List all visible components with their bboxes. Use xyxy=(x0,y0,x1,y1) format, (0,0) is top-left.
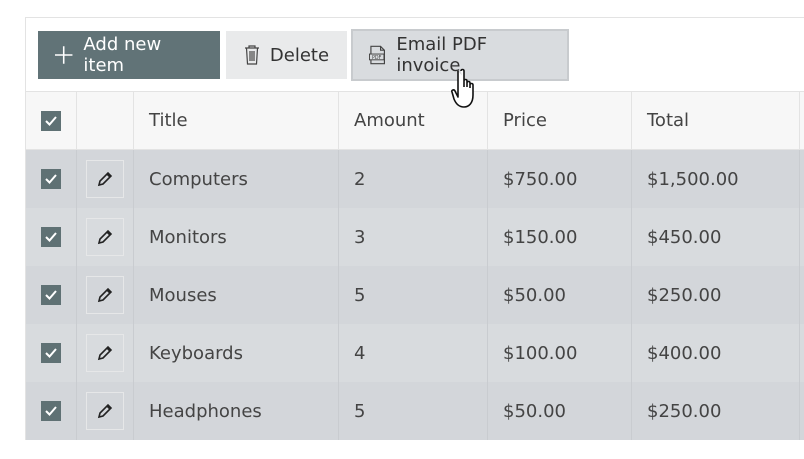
trash-icon xyxy=(244,45,259,65)
row-edit-cell xyxy=(77,324,134,382)
check-icon xyxy=(45,406,57,416)
row-select-checkbox[interactable] xyxy=(41,343,61,363)
cell-title: Mouses xyxy=(134,266,339,324)
table-header-row: Title Amount Price Total xyxy=(26,91,804,150)
edit-row-button[interactable] xyxy=(86,276,124,314)
pencil-icon xyxy=(97,403,113,419)
row-select-checkbox[interactable] xyxy=(41,285,61,305)
delete-button[interactable]: Delete xyxy=(226,31,347,79)
row-select-cell xyxy=(26,150,77,208)
table-row[interactable]: Headphones 5 $50.00 $250.00 xyxy=(26,382,804,440)
pencil-icon xyxy=(97,345,113,361)
pencil-icon xyxy=(97,229,113,245)
check-icon xyxy=(45,348,57,358)
row-edit-cell xyxy=(77,150,134,208)
cell-total: $400.00 xyxy=(632,324,800,382)
edit-row-button[interactable] xyxy=(86,392,124,430)
cell-amount: 5 xyxy=(339,266,488,324)
cell-title: Keyboards xyxy=(134,324,339,382)
table-row[interactable]: Monitors 3 $150.00 $450.00 xyxy=(26,208,804,266)
edit-row-button[interactable] xyxy=(86,160,124,198)
table-body: Computers 2 $750.00 $1,500.00 Monitors 3 $150.… xyxy=(26,150,804,440)
add-new-item-label: Add new item xyxy=(83,34,162,76)
pencil-icon xyxy=(97,171,113,187)
row-select-cell xyxy=(26,208,77,266)
column-header-title[interactable]: Title xyxy=(134,92,339,149)
row-edit-cell xyxy=(77,382,134,440)
pdf-file-icon: PDF xyxy=(369,45,385,65)
cell-price: $100.00 xyxy=(488,324,632,382)
row-select-cell xyxy=(26,266,77,324)
toolbar: Add new item Delete PDF Email PDF invoic… xyxy=(38,29,569,81)
cell-amount: 4 xyxy=(339,324,488,382)
cell-total: $250.00 xyxy=(632,382,800,440)
check-icon xyxy=(45,290,57,300)
edit-row-button[interactable] xyxy=(86,218,124,256)
row-select-checkbox[interactable] xyxy=(41,169,61,189)
delete-label: Delete xyxy=(269,44,330,66)
select-all-cell xyxy=(26,92,77,149)
row-select-cell xyxy=(26,382,77,440)
cell-title: Monitors xyxy=(134,208,339,266)
row-filler xyxy=(800,382,804,440)
select-all-checkbox[interactable] xyxy=(41,110,61,131)
row-edit-cell xyxy=(77,266,134,324)
table-row[interactable]: Computers 2 $750.00 $1,500.00 xyxy=(26,150,804,208)
cell-total: $450.00 xyxy=(632,208,800,266)
row-select-cell xyxy=(26,324,77,382)
column-header-total[interactable]: Total xyxy=(632,92,800,149)
check-icon xyxy=(45,174,57,184)
hand-pointer-cursor-icon xyxy=(451,68,474,108)
row-select-checkbox[interactable] xyxy=(41,227,61,247)
cell-price: $50.00 xyxy=(488,382,632,440)
row-filler xyxy=(800,266,804,324)
cell-amount: 3 xyxy=(339,208,488,266)
cell-total: $1,500.00 xyxy=(632,150,800,208)
cell-price: $50.00 xyxy=(488,266,632,324)
cell-amount: 5 xyxy=(339,382,488,440)
table-row[interactable]: Mouses 5 $50.00 $250.00 xyxy=(26,266,804,324)
svg-text:PDF: PDF xyxy=(372,55,382,61)
header-filler xyxy=(800,92,804,149)
cell-price: $150.00 xyxy=(488,208,632,266)
check-icon xyxy=(45,115,57,126)
cell-amount: 2 xyxy=(339,150,488,208)
row-select-checkbox[interactable] xyxy=(41,401,61,421)
cell-price: $750.00 xyxy=(488,150,632,208)
check-icon xyxy=(45,232,57,242)
row-filler xyxy=(800,150,804,208)
row-edit-cell xyxy=(77,208,134,266)
plus-icon xyxy=(54,46,73,64)
add-new-item-button[interactable]: Add new item xyxy=(38,31,220,79)
row-filler xyxy=(800,208,804,266)
edit-row-button[interactable] xyxy=(86,334,124,372)
pencil-icon xyxy=(97,287,113,303)
column-header-price[interactable]: Price xyxy=(488,92,632,149)
table-row[interactable]: Keyboards 4 $100.00 $400.00 xyxy=(26,324,804,382)
cell-total: $250.00 xyxy=(632,266,800,324)
cell-title: Computers xyxy=(134,150,339,208)
data-grid: Title Amount Price Total Computers 2 $750.… xyxy=(26,91,804,440)
edit-header-cell xyxy=(77,92,134,149)
cell-title: Headphones xyxy=(134,382,339,440)
row-filler xyxy=(800,324,804,382)
